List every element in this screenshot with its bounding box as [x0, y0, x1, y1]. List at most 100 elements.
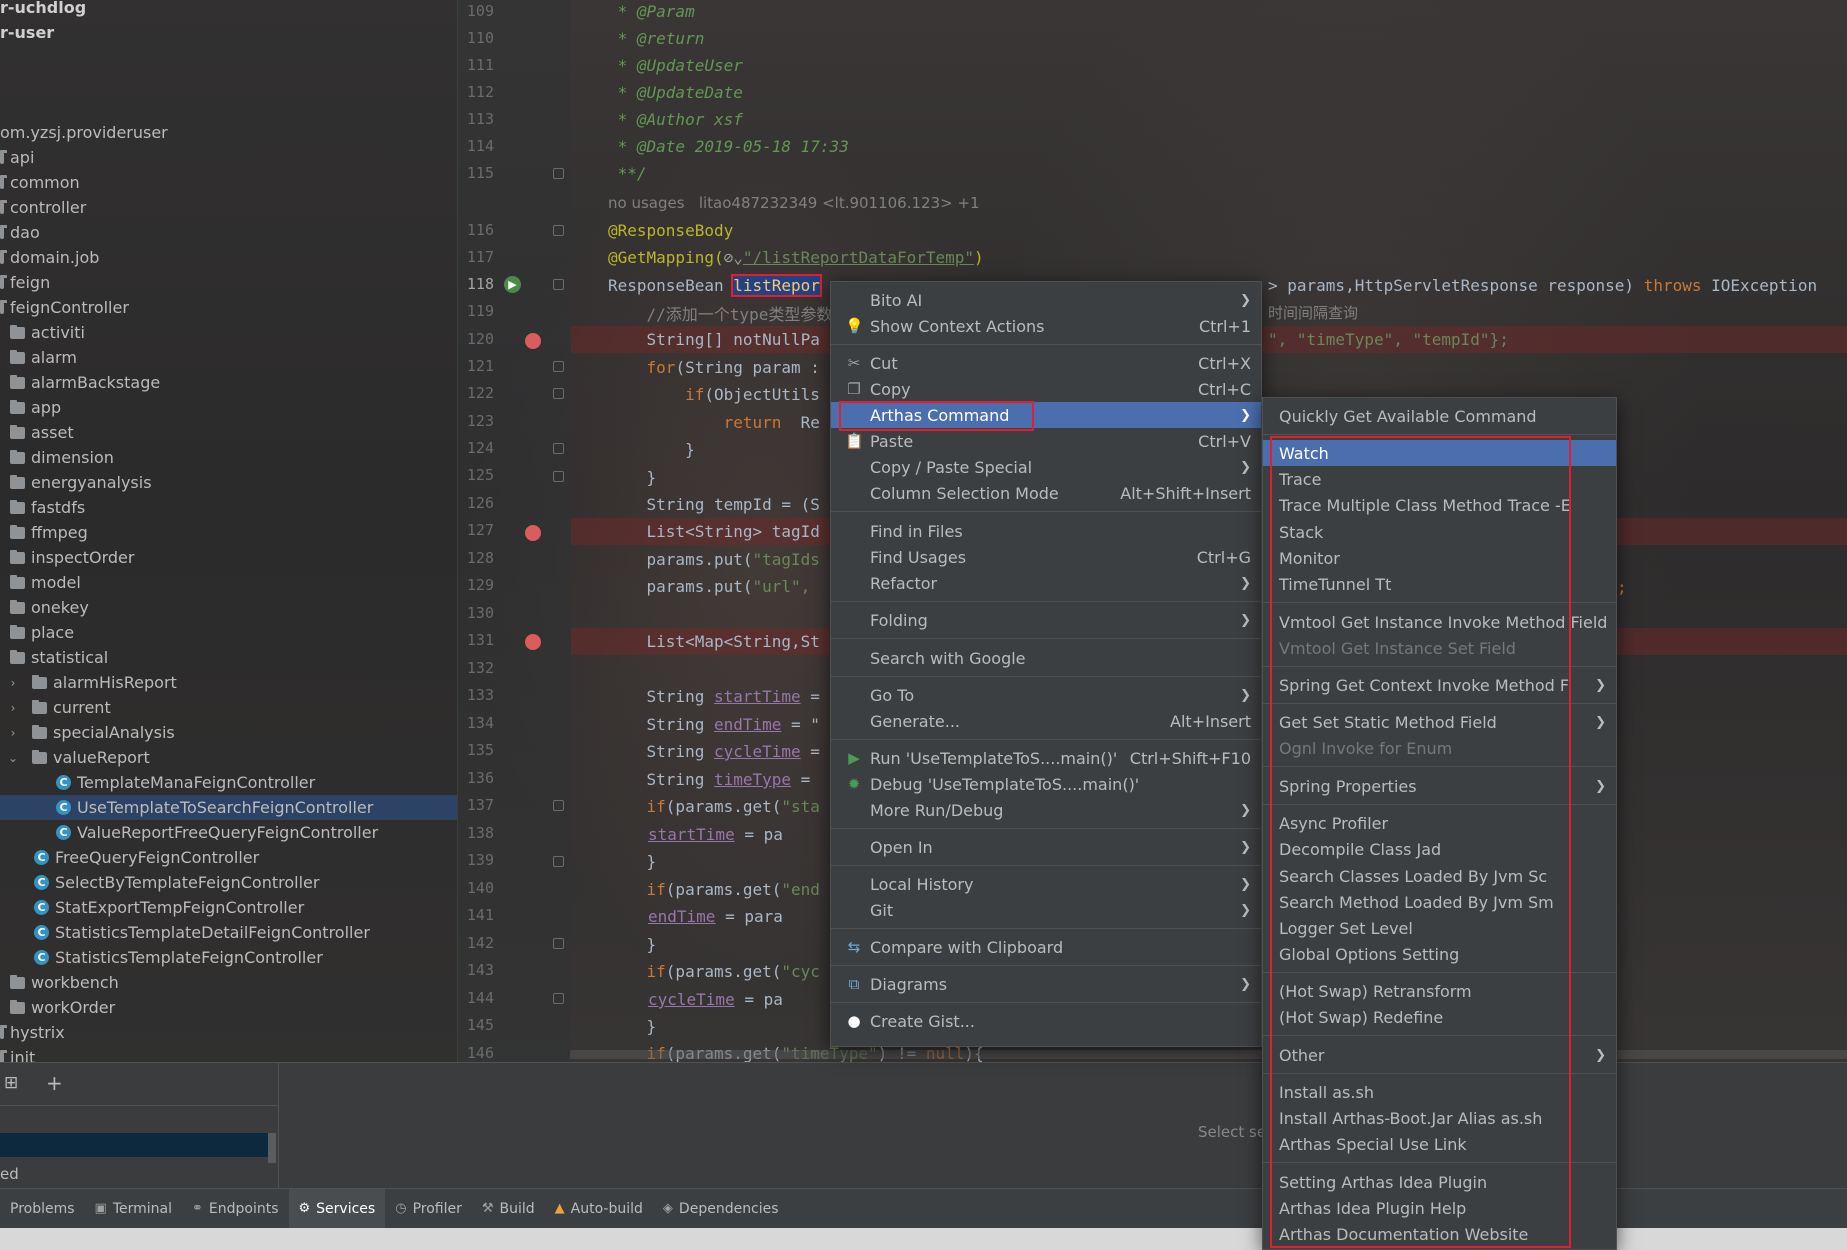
tree-item-class[interactable]: C TemplateManaFeignController — [0, 770, 457, 795]
code-line[interactable]: * @Param — [571, 0, 1847, 25]
tab-build[interactable]: ⚒ Build — [472, 1189, 545, 1229]
menu-item-copy-paste-special[interactable]: Copy / Paste Special ❯ — [831, 454, 1261, 480]
code-line[interactable]: * @UpdateDate — [571, 79, 1847, 106]
tree-item-folder[interactable]: place — [0, 620, 457, 645]
menu-item-refactor[interactable]: Refactor ❯ — [831, 570, 1261, 596]
add-service-icon[interactable]: + — [46, 1071, 63, 1095]
tree-item-folder[interactable]: workbench — [0, 970, 457, 995]
chevron-right-icon[interactable]: › — [6, 726, 20, 740]
menu-item-spring-properties[interactable]: Spring Properties ❯ — [1263, 773, 1616, 799]
menu-item-local-history[interactable]: Local History ❯ — [831, 871, 1261, 897]
menu-item-trace-multiple[interactable]: Trace Multiple Class Method Trace -E — [1263, 492, 1616, 518]
fold-marker-icon[interactable] — [553, 279, 564, 290]
chevron-right-icon[interactable]: › — [6, 676, 20, 690]
code-line[interactable]: * @UpdateUser — [571, 52, 1847, 79]
chevron-down-icon[interactable]: ⌄ — [6, 751, 20, 765]
fold-marker-icon[interactable] — [553, 443, 564, 454]
tree-item-folder[interactable]: ffmpeg — [0, 520, 457, 545]
tree-item-class[interactable]: C StatisticsTemplateDetailFeignController — [0, 920, 457, 945]
tree-item-folder[interactable]: common — [0, 170, 457, 195]
menu-item-timetunnel[interactable]: TimeTunnel Tt — [1263, 571, 1616, 597]
fold-marker-icon[interactable] — [553, 361, 564, 372]
code-vision-hint[interactable]: no usages litao487232349 <lt.901106.123>… — [571, 189, 1847, 216]
tab-auto-build[interactable]: ▲ Auto-build — [545, 1189, 653, 1229]
tree-item-folder[interactable]: alarmBackstage — [0, 370, 457, 395]
tree-item-class-selected[interactable]: C UseTemplateToSearchFeignController — [0, 795, 457, 820]
code-line[interactable]: **/ — [571, 160, 1847, 187]
tree-item-class[interactable]: C StatExportTempFeignController — [0, 895, 457, 920]
menu-item-diagrams[interactable]: ⧉ Diagrams ❯ — [831, 971, 1261, 997]
menu-item-arthas-special-use-link[interactable]: Arthas Special Use Link — [1263, 1131, 1616, 1157]
code-line[interactable]: @GetMapping(⊘⌄ "/listReportDataForTemp") — [571, 244, 1847, 271]
tree-item-folder[interactable]: app — [0, 395, 457, 420]
fold-marker-icon[interactable] — [553, 993, 564, 1004]
editor-horizontal-scrollbar[interactable] — [570, 1050, 1847, 1059]
fold-marker-icon[interactable] — [553, 168, 564, 179]
code-line[interactable]: @ResponseBody — [571, 217, 1847, 244]
menu-item-run[interactable]: ▶ Run 'UseTemplateToS....main()' Ctrl+Shif… — [831, 745, 1261, 771]
chevron-right-icon[interactable]: › — [6, 701, 20, 715]
tree-item-folder[interactable]: api — [0, 145, 457, 170]
breakpoint-icon[interactable] — [525, 333, 541, 349]
menu-item-quickly-get-available-command[interactable]: Quickly Get Available Command — [1263, 403, 1616, 429]
tree-item-class[interactable]: C SelectByTemplateFeignController — [0, 870, 457, 895]
menu-item-install-as-sh[interactable]: Install as.sh — [1263, 1079, 1616, 1105]
menu-item-global-options[interactable]: Global Options Setting — [1263, 941, 1616, 967]
menu-item-logger-set-level[interactable]: Logger Set Level — [1263, 915, 1616, 941]
fold-marker-icon[interactable] — [553, 225, 564, 236]
menu-item-monitor[interactable]: Monitor — [1263, 545, 1616, 571]
code-line[interactable]: * @return — [571, 25, 1847, 52]
tree-item-class[interactable]: C ValueReportFreeQueryFeignController — [0, 820, 457, 845]
services-scrollbar[interactable] — [268, 1133, 276, 1163]
service-row-selected[interactable] — [0, 1133, 268, 1157]
tree-item-module[interactable]: r-user — [0, 20, 457, 45]
tree-item-folder[interactable]: dimension — [0, 445, 457, 470]
tab-problems[interactable]: Problems — [0, 1189, 85, 1229]
menu-item-vmtool-invoke[interactable]: Vmtool Get Instance Invoke Method Field — [1263, 609, 1616, 635]
menu-item-folding[interactable]: Folding ❯ — [831, 607, 1261, 633]
menu-item-compare-with-clipboard[interactable]: ⇆ Compare with Clipboard — [831, 934, 1261, 960]
tree-item-folder[interactable]: inspectOrder — [0, 545, 457, 570]
menu-item-show-context-actions[interactable]: 💡 Show Context Actions Ctrl+1 — [831, 313, 1261, 339]
menu-item-find-usages[interactable]: Find Usages Ctrl+G — [831, 544, 1261, 570]
tab-services[interactable]: ⚙ Services — [288, 1188, 386, 1229]
tree-item-folder[interactable]: energyanalysis — [0, 470, 457, 495]
code-line[interactable]: * @Author xsf — [571, 106, 1847, 133]
tree-item-folder[interactable]: › current — [0, 695, 457, 720]
menu-item-debug[interactable]: ✹ Debug 'UseTemplateToS....main()' — [831, 771, 1261, 797]
menu-item-go-to[interactable]: Go To ❯ — [831, 682, 1261, 708]
tree-item-package[interactable]: om.yzsj.provideruser — [0, 120, 457, 145]
tree-item-folder[interactable]: hystrix — [0, 1020, 457, 1045]
menu-item-setting-arthas-plugin[interactable]: Setting Arthas Idea Plugin — [1263, 1169, 1616, 1195]
tree-item-folder[interactable]: model — [0, 570, 457, 595]
tree-item-folder[interactable]: › specialAnalysis — [0, 720, 457, 745]
menu-item-git[interactable]: Git ❯ — [831, 897, 1261, 923]
fold-marker-icon[interactable] — [553, 388, 564, 399]
tree-item-folder[interactable]: onekey — [0, 595, 457, 620]
menu-item-redefine[interactable]: (Hot Swap) Redefine — [1263, 1004, 1616, 1030]
tree-item-folder[interactable]: init — [0, 1045, 457, 1062]
fold-marker-icon[interactable] — [553, 471, 564, 482]
menu-item-create-gist[interactable]: ● Create Gist... — [831, 1008, 1261, 1034]
fold-marker-icon[interactable] — [553, 800, 564, 811]
tree-item-folder[interactable]: feignController — [0, 295, 457, 320]
tab-dependencies[interactable]: ◈ Dependencies — [653, 1189, 789, 1229]
menu-item-arthas-docs[interactable]: Arthas Documentation Website — [1263, 1221, 1616, 1247]
tab-endpoints[interactable]: ⚭ Endpoints — [182, 1189, 289, 1229]
tree-item-folder[interactable]: asset — [0, 420, 457, 445]
menu-item-get-set-static[interactable]: Get Set Static Method Field ❯ — [1263, 709, 1616, 735]
menu-item-generate[interactable]: Generate... Alt+Insert — [831, 708, 1261, 734]
menu-item-spring-get-context[interactable]: Spring Get Context Invoke Method Field ❯ — [1263, 672, 1616, 698]
tab-terminal[interactable]: ▣ Terminal — [85, 1189, 182, 1229]
menu-item-retransform[interactable]: (Hot Swap) Retransform — [1263, 978, 1616, 1004]
breakpoint-icon[interactable] — [525, 634, 541, 650]
menu-item-search-with-google[interactable]: Search with Google — [831, 645, 1261, 671]
menu-item-copy[interactable]: ❐ Copy Ctrl+C — [831, 376, 1261, 402]
tree-item-folder[interactable]: domain.job — [0, 245, 457, 270]
menu-item-watch[interactable]: Watch — [1263, 440, 1616, 466]
tree-item-module[interactable]: r-uchdlog — [0, 0, 457, 20]
tree-item-folder[interactable]: › alarmHisReport — [0, 670, 457, 695]
tree-item-folder[interactable]: workOrder — [0, 995, 457, 1020]
menu-item-cut[interactable]: ✂ Cut Ctrl+X — [831, 350, 1261, 376]
tree-item-folder[interactable]: ⌄ valueReport — [0, 745, 457, 770]
